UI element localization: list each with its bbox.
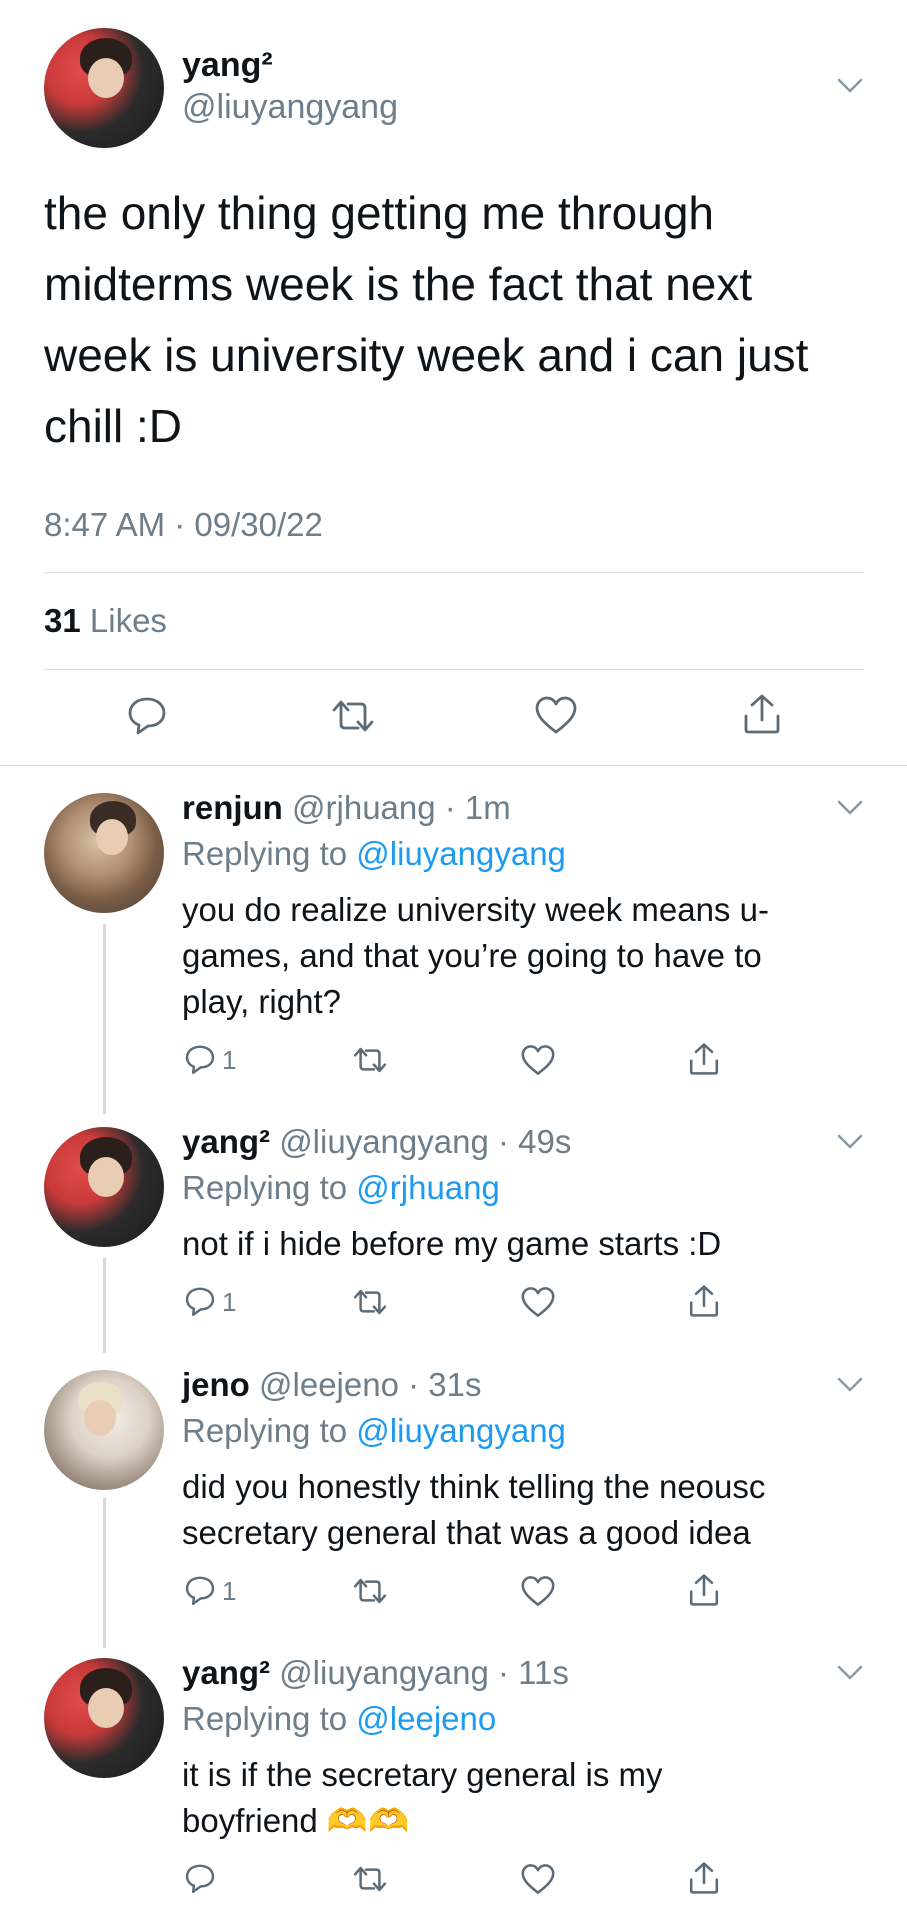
reply-text-line: you do realize university week means u- (182, 891, 769, 928)
avatar-face (88, 1157, 124, 1197)
avatar-face (84, 1400, 116, 1436)
display-name[interactable]: yang² (182, 46, 273, 85)
share-icon[interactable] (742, 692, 782, 736)
replying-to: Replying to @rjhuang (182, 1169, 500, 1207)
share-icon[interactable] (688, 1860, 720, 1896)
tweet-text-line: the only thing getting me through (44, 187, 715, 239)
tweet-text-line: midterms week is the fact that next (44, 258, 753, 310)
chevron-down-icon[interactable] (836, 1132, 864, 1152)
handle-time[interactable]: @liuyangyang · 49s (279, 1123, 571, 1160)
chevron-down-icon[interactable] (836, 1375, 864, 1395)
retweet-icon[interactable] (352, 1044, 388, 1076)
heart-icon[interactable] (534, 695, 578, 735)
thread-connector (103, 1498, 106, 1648)
replying-to-link[interactable]: @leejeno (356, 1700, 496, 1737)
display-name[interactable]: yang² (182, 1654, 270, 1691)
timestamp[interactable]: 8:47 AM · 09/30/22 (44, 506, 323, 544)
reply-text-line: did you honestly think telling the neous… (182, 1468, 766, 1505)
reply-count: 1 (222, 1045, 237, 1075)
chevron-down-icon[interactable] (836, 798, 864, 818)
share-icon[interactable] (688, 1041, 720, 1077)
reply-header: renjun @rjhuang · 1m (182, 789, 511, 827)
retweet-icon[interactable] (352, 1286, 388, 1318)
replying-prefix: Replying to (182, 1700, 348, 1737)
reply-icon[interactable] (126, 694, 168, 736)
reply-text-line: boyfriend 🫶🫶 (182, 1802, 410, 1839)
handle-time[interactable]: @leejeno · 31s (259, 1366, 481, 1403)
reply-icon[interactable] (184, 1043, 216, 1075)
heart-icon[interactable] (520, 1863, 556, 1895)
reply-text-line: play, right? (182, 983, 341, 1020)
handle[interactable]: @liuyangyang (182, 88, 398, 127)
share-icon[interactable] (688, 1572, 720, 1608)
avatar-face (88, 58, 124, 98)
retweet-icon[interactable] (330, 696, 376, 736)
reply-text-line: it is if the secretary general is my (182, 1756, 663, 1793)
divider (0, 765, 907, 766)
divider (44, 572, 864, 573)
share-icon[interactable] (688, 1283, 720, 1319)
replying-prefix: Replying to (182, 835, 348, 872)
reply-icon[interactable] (184, 1574, 216, 1606)
avatar[interactable] (44, 793, 164, 913)
handle-time[interactable]: @liuyangyang · 11s (279, 1654, 569, 1691)
replying-to: Replying to @liuyangyang (182, 1412, 566, 1450)
replying-to-link[interactable]: @liuyangyang (356, 835, 566, 872)
replying-to: Replying to @leejeno (182, 1700, 496, 1738)
retweet-icon[interactable] (352, 1863, 388, 1895)
reply-text-line: secretary general that was a good idea (182, 1514, 751, 1551)
heart-icon[interactable] (520, 1044, 556, 1076)
reply-icon[interactable] (184, 1285, 216, 1317)
replying-to-link[interactable]: @rjhuang (356, 1169, 500, 1206)
likes-count: 31 (44, 602, 81, 639)
reply-text-line: games, and that you’re going to have to (182, 937, 762, 974)
avatar[interactable] (44, 1370, 164, 1490)
display-name[interactable]: renjun (182, 789, 283, 826)
chevron-down-icon[interactable] (836, 76, 864, 96)
reply-header: jeno @leejeno · 31s (182, 1366, 481, 1404)
tweet-text-line: chill :D (44, 400, 183, 452)
display-name[interactable]: jeno (182, 1366, 250, 1403)
likes-label: Likes (89, 602, 167, 639)
handle-time[interactable]: @rjhuang · 1m (292, 789, 511, 826)
reply-text-line: not if i hide before my game starts :D (182, 1225, 722, 1262)
avatar[interactable] (44, 28, 164, 148)
replying-to-link[interactable]: @liuyangyang (356, 1412, 566, 1449)
retweet-icon[interactable] (352, 1575, 388, 1607)
avatar-face (88, 1688, 124, 1728)
avatar[interactable] (44, 1658, 164, 1778)
display-name[interactable]: yang² (182, 1123, 270, 1160)
reply-count: 1 (222, 1287, 237, 1317)
tweet-text-line: week is university week and i can just (44, 329, 809, 381)
heart-icon[interactable] (520, 1286, 556, 1318)
divider (44, 669, 864, 670)
likes-stat[interactable]: 31 Likes (44, 602, 167, 640)
reply-count: 1 (222, 1576, 237, 1606)
chevron-down-icon[interactable] (836, 1663, 864, 1683)
replying-to: Replying to @liuyangyang (182, 835, 566, 873)
thread-connector (103, 924, 106, 1114)
reply-icon[interactable] (184, 1862, 216, 1894)
reply-header: yang² @liuyangyang · 49s (182, 1123, 571, 1161)
reply-header: yang² @liuyangyang · 11s (182, 1654, 569, 1692)
replying-prefix: Replying to (182, 1169, 348, 1206)
avatar[interactable] (44, 1127, 164, 1247)
heart-icon[interactable] (520, 1575, 556, 1607)
thread-connector (103, 1258, 106, 1353)
avatar-face (96, 819, 128, 855)
replying-prefix: Replying to (182, 1412, 348, 1449)
